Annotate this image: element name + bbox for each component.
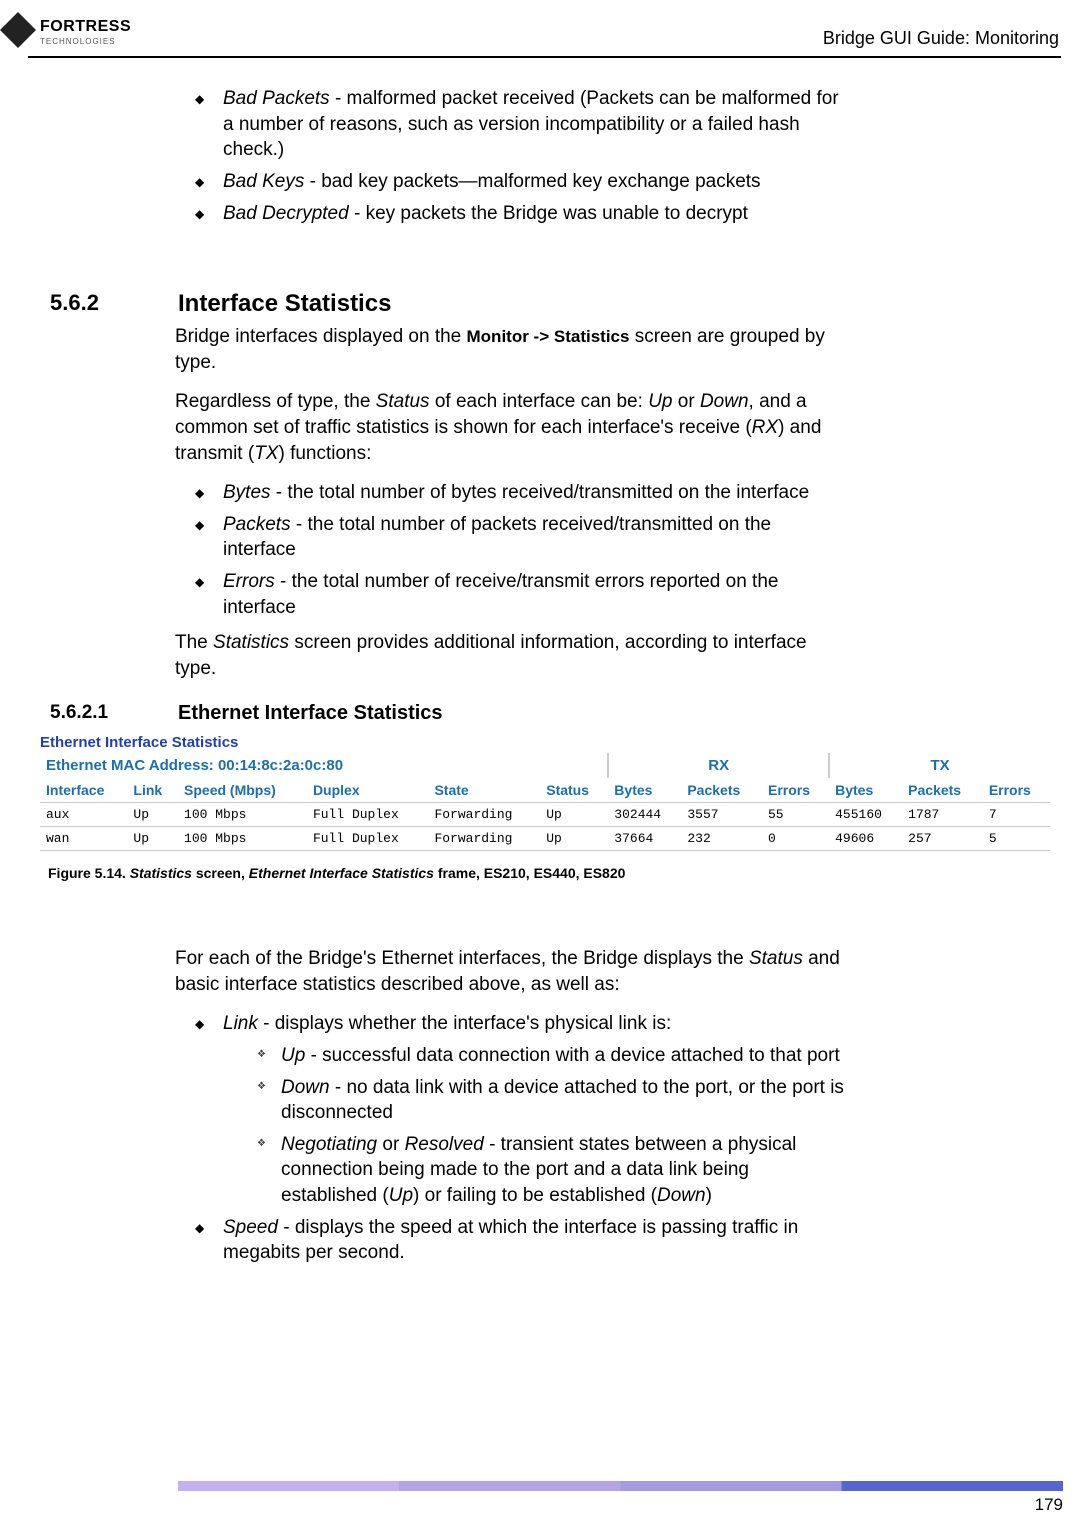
table-row: aux Up 100 Mbps Full Duplex Forwarding U… [40, 803, 1050, 827]
col-duplex: Duplex [307, 778, 429, 803]
subbullet-up: Up - successful data connection with a d… [257, 1043, 845, 1069]
subbullet-negotiating: Negotiating or Resolved - transient stat… [257, 1132, 845, 1209]
col-rx-errors: Errors [762, 778, 829, 803]
bullet-packets: Packets - the total number of packets re… [195, 512, 845, 563]
rx-header: RX [608, 753, 829, 778]
footer-bar [178, 1481, 1063, 1491]
bullet-bad-decrypted: Bad Decrypted - key packets the Bridge w… [195, 201, 845, 227]
col-tx-bytes: Bytes [829, 778, 902, 803]
brand-logo: FORTRESS TECHNOLOGIES [0, 8, 155, 52]
ethernet-stats-table: Ethernet Interface Statistics Ethernet M… [40, 734, 1050, 881]
logo-subtitle: TECHNOLOGIES [40, 37, 131, 46]
bullet-bytes: Bytes - the total number of bytes receiv… [195, 480, 845, 506]
page-number: 179 [1035, 1495, 1063, 1515]
col-link: Link [127, 778, 178, 803]
col-tx-errors: Errors [983, 778, 1050, 803]
logo-name: FORTRESS [40, 18, 131, 35]
subsection-number: 5.6.2.1 [50, 702, 108, 724]
section-562-heading: 5.6.2 Interface Statistics [50, 290, 850, 318]
bullet-speed: Speed - displays the speed at which the … [195, 1215, 845, 1266]
term: Bad Keys [223, 171, 304, 192]
term: Bad Packets [223, 88, 330, 109]
tx-header: TX [829, 753, 1050, 778]
bullet-bad-keys: Bad Keys - bad key packets—malformed key… [195, 169, 845, 195]
desc: - bad key packets—malformed key exchange… [304, 171, 760, 192]
col-interface: Interface [40, 778, 127, 803]
para-562-3: The Statistics screen provides additiona… [175, 630, 845, 681]
term: Bad Decrypted [223, 203, 349, 224]
section-562-body: Bridge interfaces displayed on the Monit… [175, 324, 845, 696]
page-footer: 179 [178, 1481, 1063, 1499]
bullet-bad-packets: Bad Packets - malformed packet received … [195, 86, 845, 163]
bullet-errors: Errors - the total number of receive/tra… [195, 569, 845, 620]
subbullet-down: Down - no data link with a device attach… [257, 1075, 845, 1126]
figure-caption: Figure 5.14. Statistics screen, Ethernet… [48, 865, 1050, 881]
section-5621-heading: 5.6.2.1 Ethernet Interface Statistics [50, 702, 850, 725]
logo-icon [0, 12, 36, 48]
section-title: Interface Statistics [178, 290, 850, 318]
col-status: Status [540, 778, 608, 803]
col-rx-packets: Packets [681, 778, 762, 803]
table-frame-title: Ethernet Interface Statistics [40, 734, 1050, 751]
table-row: wan Up 100 Mbps Full Duplex Forwarding U… [40, 827, 1050, 851]
section-number: 5.6.2 [50, 290, 99, 316]
bullet-link: Link - displays whether the interface's … [195, 1011, 845, 1208]
para-562-1: Bridge interfaces displayed on the Monit… [175, 324, 845, 375]
body-top-bullets: Bad Packets - malformed packet received … [175, 86, 845, 232]
mac-address-label: Ethernet MAC Address: 00:14:8c:2a:0c:80 [46, 757, 343, 774]
col-rx-bytes: Bytes [608, 778, 681, 803]
col-speed: Speed (Mbps) [178, 778, 307, 803]
desc: - key packets the Bridge was unable to d… [349, 203, 748, 224]
header-title: Bridge GUI Guide: Monitoring [823, 28, 1059, 49]
col-tx-packets: Packets [902, 778, 983, 803]
para-post-1: For each of the Bridge's Ethernet interf… [175, 946, 845, 997]
header-rule [28, 56, 1061, 58]
subsection-title: Ethernet Interface Statistics [178, 702, 850, 725]
col-state: State [428, 778, 540, 803]
post-table-body: For each of the Bridge's Ethernet interf… [175, 946, 845, 1272]
para-562-2: Regardless of type, the Status of each i… [175, 389, 845, 466]
